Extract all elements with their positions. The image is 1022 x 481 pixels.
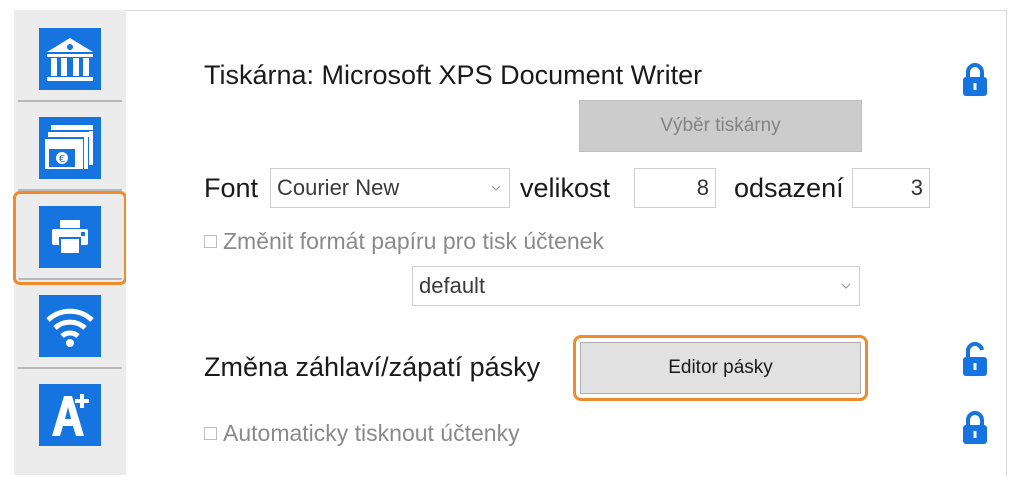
editor-button[interactable]: Editor pásky bbox=[573, 335, 868, 401]
select-printer-button[interactable]: Výběr tiskárny bbox=[579, 100, 862, 152]
checkbox-box[interactable] bbox=[204, 235, 217, 248]
auto-print-checkbox[interactable]: Automaticky tisknout účtenky bbox=[204, 420, 520, 447]
printer-title: Tiskárna: Microsoft XPS Document Writer bbox=[204, 60, 703, 90]
paper-format-value: default bbox=[419, 273, 486, 298]
indent-input[interactable]: 3 bbox=[852, 168, 930, 208]
font-plus-icon bbox=[39, 384, 101, 446]
paper-format-select[interactable]: default bbox=[412, 266, 860, 306]
wifi-icon bbox=[39, 295, 101, 357]
sidebar: € bbox=[13, 10, 127, 475]
sidebar-item-font[interactable] bbox=[18, 374, 122, 456]
chevron-down-icon bbox=[491, 185, 501, 191]
font-select[interactable]: Courier New bbox=[270, 168, 510, 208]
checkbox-box[interactable] bbox=[204, 427, 217, 440]
sidebar-item-printer[interactable] bbox=[13, 191, 127, 285]
sidebar-item-wifi[interactable] bbox=[18, 285, 122, 369]
unlock-icon[interactable] bbox=[961, 342, 989, 378]
sidebar-item-cash[interactable]: € bbox=[18, 107, 122, 191]
size-input[interactable]: 8 bbox=[634, 168, 716, 208]
size-label: velikost bbox=[520, 173, 611, 203]
svg-text:€: € bbox=[59, 154, 65, 165]
indent-label: odsazení bbox=[734, 173, 844, 203]
font-label: Font bbox=[204, 173, 259, 203]
chevron-down-icon bbox=[841, 283, 851, 289]
lock-icon[interactable] bbox=[961, 410, 989, 446]
lock-icon[interactable] bbox=[961, 62, 989, 98]
paper-format-checkbox[interactable]: Změnit formát papíru pro tisk účtenek bbox=[204, 228, 604, 255]
cash-register-icon: € bbox=[39, 117, 101, 179]
header-footer-label: Změna záhlaví/zápatí pásky bbox=[204, 352, 541, 382]
bank-icon bbox=[39, 28, 101, 90]
sidebar-item-bank[interactable] bbox=[18, 18, 122, 102]
printer-icon bbox=[39, 206, 101, 268]
font-select-value: Courier New bbox=[277, 175, 400, 200]
paper-format-label: Změnit formát papíru pro tisk účtenek bbox=[223, 228, 604, 254]
auto-print-label: Automaticky tisknout účtenky bbox=[223, 420, 520, 446]
